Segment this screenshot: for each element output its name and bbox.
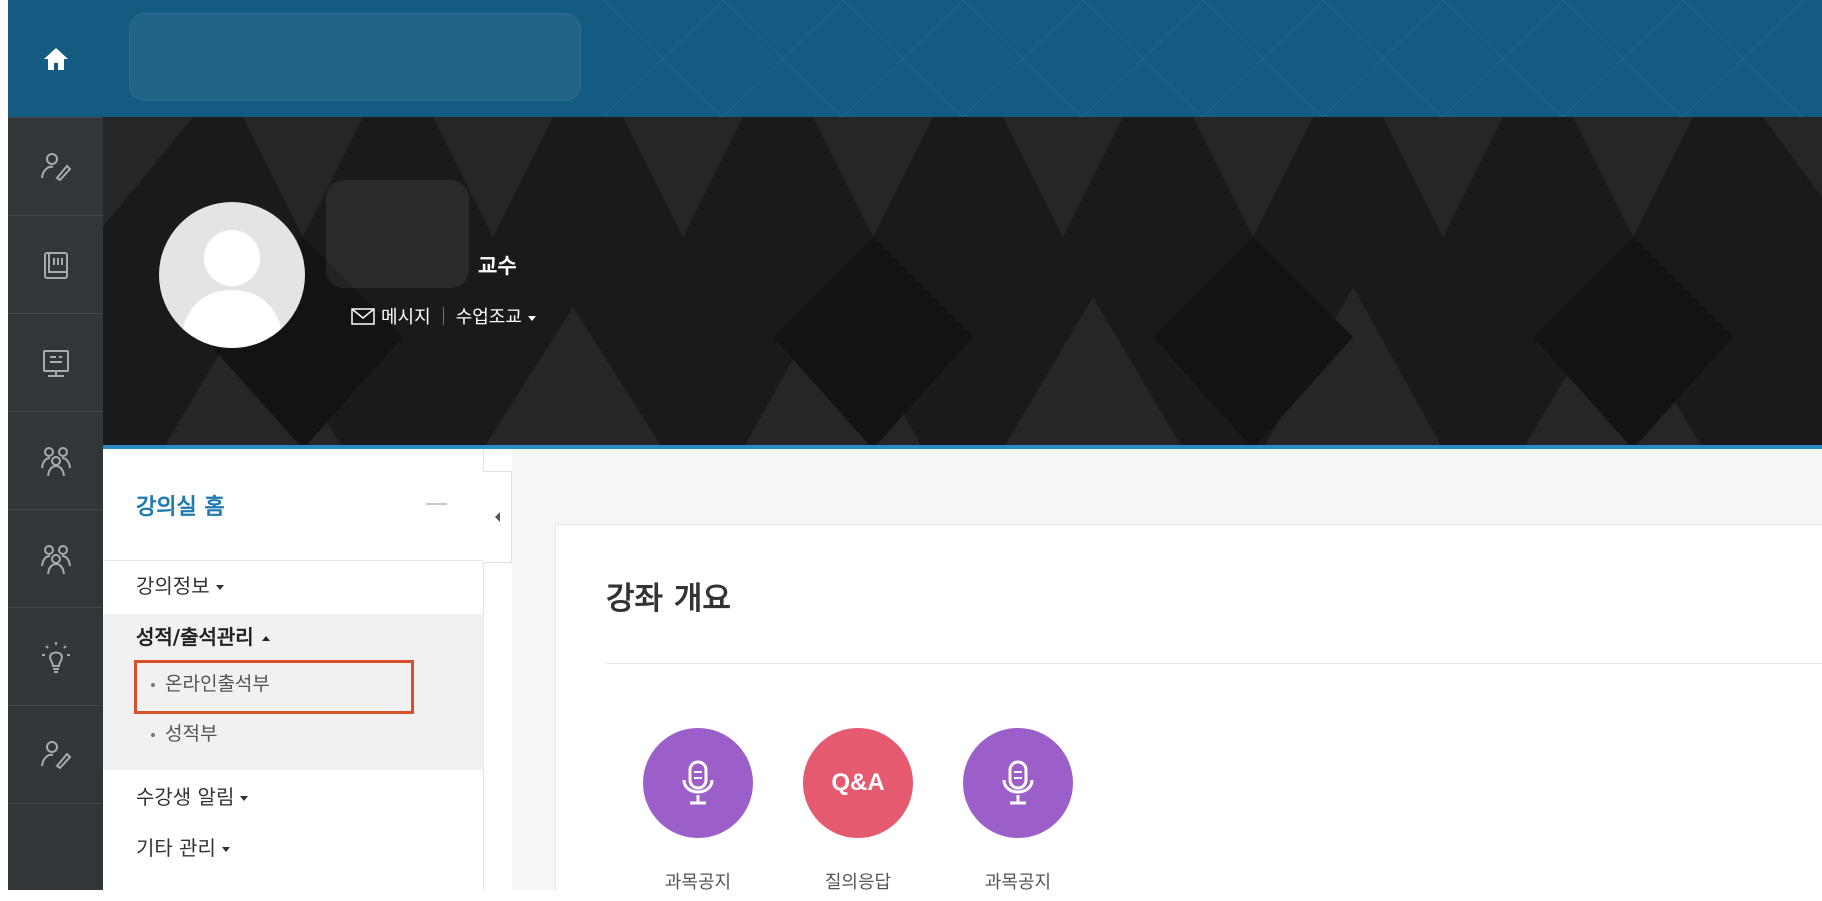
sidebar-item-label: 기타 관리 xyxy=(136,836,216,860)
chevron-down-icon xyxy=(240,796,249,801)
nav-group-button[interactable] xyxy=(8,411,103,509)
presentation-icon xyxy=(42,349,69,377)
sidebar-item-grades-attendance[interactable]: 성적/출석관리 xyxy=(136,621,270,650)
avatar[interactable] xyxy=(159,202,305,348)
mail-icon xyxy=(351,307,375,325)
icon-nav-rail xyxy=(8,0,103,890)
activity-notice-2[interactable]: 과목공지 xyxy=(943,728,1093,894)
nav-group-button-2[interactable] xyxy=(8,509,103,607)
profile-banner: 교수 메시지 수업조교 xyxy=(103,117,1822,449)
microphone-icon xyxy=(1002,760,1034,805)
home-button[interactable] xyxy=(8,0,103,117)
activity-qna[interactable]: Q&A 질의응답 xyxy=(783,728,933,894)
person-edit-icon xyxy=(40,740,71,769)
person-edit-icon xyxy=(40,152,71,181)
sidebar-collapse-toggle[interactable] xyxy=(483,471,512,563)
nav-lightbulb-button[interactable] xyxy=(8,607,103,705)
sidebar-item-label: 수강생 알림 xyxy=(136,785,235,809)
main-content: 강좌 개요 과목공지 Q&A 질의응답 과목공지 xyxy=(512,449,1822,894)
message-link[interactable]: 메시지 xyxy=(381,303,431,329)
nav-person-edit-button[interactable] xyxy=(8,117,103,215)
profile-links: 메시지 수업조교 xyxy=(351,303,536,329)
qna-icon: Q&A xyxy=(831,769,885,796)
assistant-dropdown[interactable]: 수업조교 xyxy=(456,303,536,329)
sidebar-subitem-gradebook[interactable]: 성적부 xyxy=(151,719,217,746)
bullet-icon xyxy=(151,732,155,737)
sidebar-item-student-notice[interactable]: 수강생 알림 xyxy=(136,781,249,810)
redacted-name-box xyxy=(326,180,469,288)
home-icon xyxy=(43,47,68,70)
chevron-down-icon xyxy=(215,585,224,590)
nav-presentation-button[interactable] xyxy=(8,313,103,411)
sidebar-item-label: 강의정보 xyxy=(136,574,210,598)
chevron-down-icon xyxy=(221,847,230,852)
nav-person-edit-button-2[interactable] xyxy=(8,705,103,803)
group-icon xyxy=(40,544,71,574)
course-overview-card: 강좌 개요 과목공지 Q&A 질의응답 과목공지 xyxy=(555,524,1822,894)
lightbulb-icon xyxy=(41,641,70,673)
profile-role: 교수 xyxy=(478,254,517,278)
sidebar-item-course-info[interactable]: 강의정보 xyxy=(136,570,224,599)
chevron-down-icon xyxy=(527,315,536,321)
activity-icon-circle: Q&A xyxy=(803,728,913,838)
activity-label: 질의응답 xyxy=(824,872,892,893)
activity-label: 과목공지 xyxy=(664,872,732,893)
chevron-up-icon xyxy=(261,636,270,641)
nav-more-button[interactable] xyxy=(8,803,103,901)
user-silhouette-icon xyxy=(179,230,285,348)
book-icon xyxy=(43,251,68,279)
sidebar-item-other-management[interactable]: 기타 관리 xyxy=(136,832,230,861)
activity-notice[interactable]: 과목공지 xyxy=(623,728,773,894)
group-icon xyxy=(40,446,71,476)
chevron-left-icon xyxy=(494,512,500,522)
left-edge xyxy=(0,0,8,890)
activity-icon-circle xyxy=(643,728,753,838)
sidebar-item-label: 성적/출석관리 xyxy=(136,625,254,649)
microphone-icon xyxy=(682,760,714,805)
redacted-header-box xyxy=(129,13,581,101)
sidebar-header: 강의실 홈 xyxy=(103,449,483,561)
activity-label: 과목공지 xyxy=(984,872,1052,893)
sidebar-subitem-label: 성적부 xyxy=(165,723,218,745)
highlight-box xyxy=(134,660,414,714)
section-title: 강좌 개요 xyxy=(606,581,731,617)
section-divider xyxy=(606,663,1822,664)
sidebar-title[interactable]: 강의실 홈 xyxy=(136,489,225,521)
link-separator xyxy=(442,307,444,325)
top-header xyxy=(103,0,1822,117)
activity-icon-circle xyxy=(963,728,1073,838)
assistant-link-label: 수업조교 xyxy=(455,307,522,328)
minimize-icon[interactable] xyxy=(426,503,447,505)
nav-book-button[interactable] xyxy=(8,215,103,313)
